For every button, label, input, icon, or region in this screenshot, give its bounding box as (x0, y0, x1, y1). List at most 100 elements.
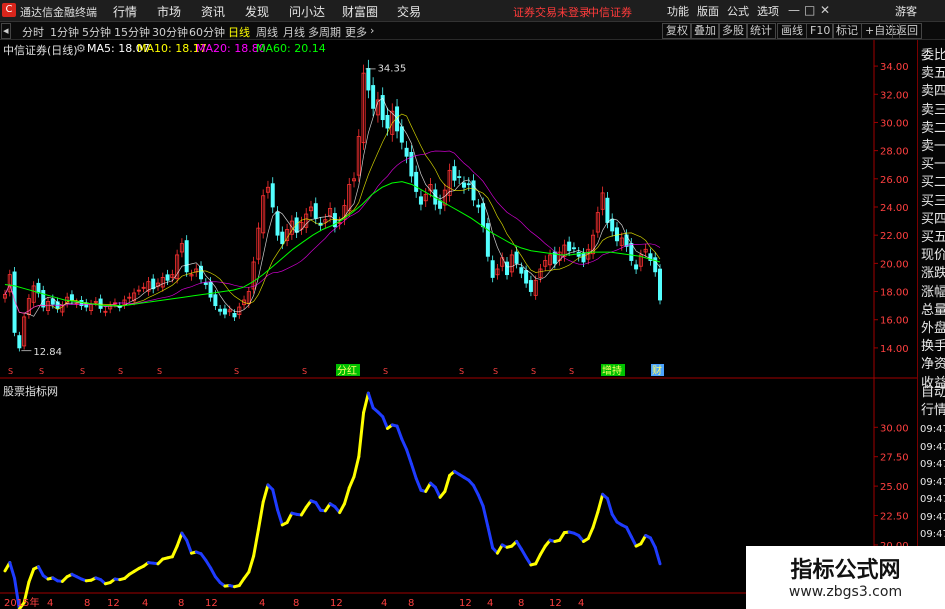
candle-body (571, 247, 576, 250)
side-label-5[interactable]: 卖一 (921, 139, 945, 155)
trade-marker-9: S (493, 367, 498, 376)
kline-chart[interactable]: SSSSSSSSSSSSSSSS分红增持财 34.0032.0030.0028.… (0, 40, 917, 609)
candle-body (581, 253, 586, 263)
trade-markers: SSSSSSSSSSSSSSSS分红增持财 (8, 364, 664, 377)
btn-fanhui[interactable]: 返回 (892, 23, 922, 39)
side-label-2[interactable]: 卖四 (921, 84, 945, 100)
indicator-segment (175, 531, 184, 548)
menu-hangqing[interactable]: 行情 (113, 3, 137, 20)
candle-body (313, 203, 318, 219)
xtick-label: 8 (178, 598, 184, 609)
btn-tongji[interactable]: 统计 (746, 23, 776, 39)
maximize-button[interactable]: □ (804, 3, 815, 17)
period-5min[interactable]: 5分钟 (82, 24, 111, 40)
candle-body (36, 282, 41, 294)
moving-average-lines (4, 97, 661, 317)
period-weekly[interactable]: 周线 (256, 24, 278, 40)
menu-caifuquan[interactable]: 财富圈 (342, 3, 378, 20)
indicator-segment (27, 567, 36, 584)
period-monthly[interactable]: 月线 (283, 24, 305, 40)
side-label-8[interactable]: 买三 (921, 194, 945, 210)
tick-time-5: 09:47 (920, 511, 945, 523)
watermark-url: www.zbgs3.com (788, 584, 903, 600)
ytick-label-main: 14.00 (880, 344, 909, 355)
side-label-16[interactable]: 换手 (921, 339, 945, 355)
site-watermark: 指标公式网 www.zbgs3.com (746, 546, 945, 609)
indicator-segment (342, 486, 351, 506)
btn-huaxian[interactable]: 画线 (777, 23, 807, 39)
broker-name[interactable]: 中信证券 (588, 4, 632, 20)
side-label-10[interactable]: 买五 (921, 230, 945, 246)
side-bottom-0[interactable]: 自动 (921, 385, 945, 401)
tick-time-0: 09:47 (920, 424, 945, 435)
indicator-segment (653, 545, 662, 566)
minimize-button[interactable]: — (788, 3, 800, 17)
side-label-12[interactable]: 涨跌 (921, 266, 945, 282)
period-daily[interactable]: 日线 (228, 24, 250, 40)
menu-options[interactable]: 选项 (757, 3, 779, 19)
menu-shichang[interactable]: 市场 (157, 3, 181, 20)
tick-time-3: 09:47 (920, 476, 945, 488)
indicator-segment (276, 508, 284, 527)
btn-fuquan[interactable]: 复权 (662, 23, 692, 39)
indicator-segment (395, 424, 404, 441)
event-badge-0: 分红 (337, 364, 357, 377)
period-60min[interactable]: 60分钟 (189, 24, 225, 40)
side-label-15[interactable]: 外盘 (921, 321, 945, 337)
xtick-label: 12 (205, 598, 218, 609)
side-label-7[interactable]: 买二 (921, 175, 945, 191)
menu-wenxiaoda[interactable]: 问小达 (289, 3, 325, 20)
btn-duogu[interactable]: 多股 (718, 23, 748, 39)
side-label-4[interactable]: 卖二 (921, 121, 945, 137)
menu-zixun[interactable]: 资讯 (201, 3, 225, 20)
menu-faxian[interactable]: 发现 (245, 3, 269, 20)
indicator-segment (252, 528, 260, 558)
period-30min[interactable]: 30分钟 (152, 24, 188, 40)
period-15min[interactable]: 15分钟 (114, 24, 150, 40)
candle-body (471, 180, 476, 201)
candle-body (270, 183, 275, 208)
indicator-segment (352, 455, 361, 479)
xtick-label: 12 (107, 598, 120, 609)
menu-layout[interactable]: 版面 (697, 3, 719, 19)
user-label[interactable]: 游客 (895, 3, 917, 19)
candle-body (624, 234, 629, 247)
btn-f10[interactable]: F10 (806, 23, 835, 39)
indicator-segment (433, 485, 442, 499)
side-label-13[interactable]: 涨幅 (921, 285, 945, 301)
side-label-11[interactable]: 现价 (921, 248, 945, 264)
login-status[interactable]: 证券交易未登录 (513, 4, 590, 20)
indicator-segment (271, 488, 280, 512)
menu-jiaoyi[interactable]: 交易 (397, 3, 421, 20)
side-label-1[interactable]: 卖五 (921, 66, 945, 82)
candle-body (610, 218, 615, 232)
side-label-3[interactable]: 卖三 (921, 103, 945, 119)
left-arrow-icon[interactable]: ◂ (1, 23, 11, 39)
menu-formula[interactable]: 公式 (727, 3, 749, 19)
side-bottom-1[interactable]: 行情 (921, 403, 945, 419)
btn-biaoji[interactable]: 标记 (832, 23, 862, 39)
side-label-14[interactable]: 总量 (921, 303, 945, 319)
candle-body (69, 294, 74, 301)
indicator-title[interactable]: 股票指标网 (3, 383, 58, 399)
candle-body (457, 176, 462, 178)
side-label-17[interactable]: 净资 (921, 357, 945, 373)
close-button[interactable]: ✕ (820, 3, 830, 17)
period-more[interactable]: 更多 (345, 24, 367, 40)
side-label-9[interactable]: 买四 (921, 212, 945, 228)
period-fenshi[interactable]: 分时 (22, 24, 44, 40)
candle-body (452, 166, 457, 181)
candle-body (208, 281, 213, 298)
period-multi[interactable]: 多周期 (308, 24, 341, 40)
side-label-0[interactable]: 委比 (921, 48, 945, 64)
side-label-6[interactable]: 买一 (921, 157, 945, 173)
candle-body (634, 264, 639, 270)
indicator-segment (247, 554, 256, 574)
menu-function[interactable]: 功能 (667, 3, 689, 19)
xtick-label: 12 (459, 598, 472, 609)
period-1min[interactable]: 1分钟 (50, 24, 79, 40)
candle-body (404, 147, 409, 157)
chevron-right-icon[interactable]: › (370, 24, 374, 37)
trade-marker-11: S (569, 367, 574, 376)
btn-diejia[interactable]: 叠加 (690, 23, 720, 39)
